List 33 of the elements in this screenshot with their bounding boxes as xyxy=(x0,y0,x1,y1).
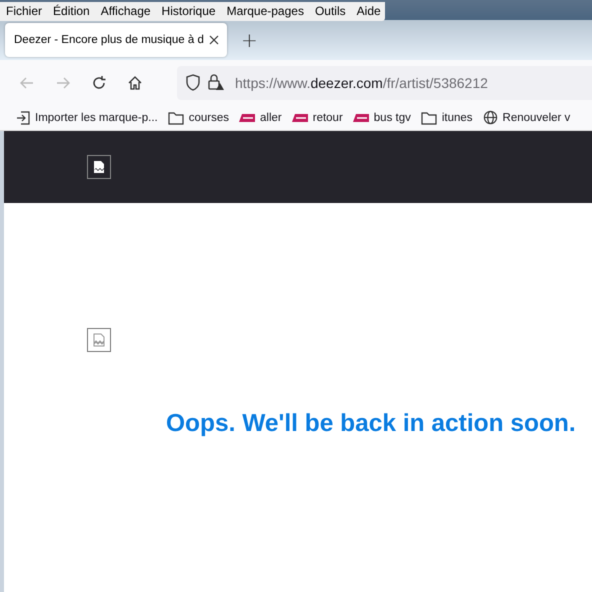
folder-icon xyxy=(420,110,437,124)
bookmark-item[interactable]: Importer les marque-p... xyxy=(16,110,158,124)
url-text: https://www.deezer.com/fr/artist/5386212 xyxy=(235,74,488,90)
home-icon[interactable] xyxy=(127,74,143,90)
close-icon[interactable] xyxy=(209,35,219,45)
broken-image-icon xyxy=(87,328,111,352)
browser-tab[interactable]: Deezer - Encore plus de musique à d xyxy=(5,23,227,57)
menu-item[interactable]: Affichage xyxy=(100,4,151,18)
new-tab-button[interactable]: + xyxy=(241,28,258,52)
error-message: Oops. We'll be back in action soon. xyxy=(166,410,577,438)
globe-icon xyxy=(482,110,498,125)
bookmark-item[interactable]: Renouveler v xyxy=(482,110,570,125)
ticket-logo-icon xyxy=(292,112,308,122)
reload-icon[interactable] xyxy=(91,74,107,90)
ticket-logo-icon xyxy=(352,112,369,122)
shield-icon xyxy=(185,74,201,91)
lock-warning-icon xyxy=(207,74,225,91)
menu-item[interactable]: Édition xyxy=(53,4,90,18)
bookmark-item[interactable]: itunes xyxy=(420,110,473,124)
menu-item[interactable]: Outils xyxy=(314,4,346,18)
menu-item[interactable]: Aide xyxy=(356,4,381,18)
menu-item[interactable]: Historique xyxy=(162,4,216,18)
address-bar[interactable]: https://www.deezer.com/fr/artist/5386212 xyxy=(177,66,592,100)
import-icon xyxy=(16,110,30,124)
menu-item[interactable]: Fichier xyxy=(6,4,42,18)
broken-image-icon xyxy=(87,155,111,179)
bookmark-item[interactable]: courses xyxy=(168,110,229,124)
folder-icon xyxy=(168,110,184,124)
bookmark-item[interactable]: retour xyxy=(292,112,343,124)
menu-item[interactable]: Marque-pages xyxy=(226,4,304,18)
bookmark-item[interactable]: aller xyxy=(239,112,282,124)
ticket-logo-icon xyxy=(239,112,255,122)
bookmark-item[interactable]: bus tgv xyxy=(352,112,411,124)
